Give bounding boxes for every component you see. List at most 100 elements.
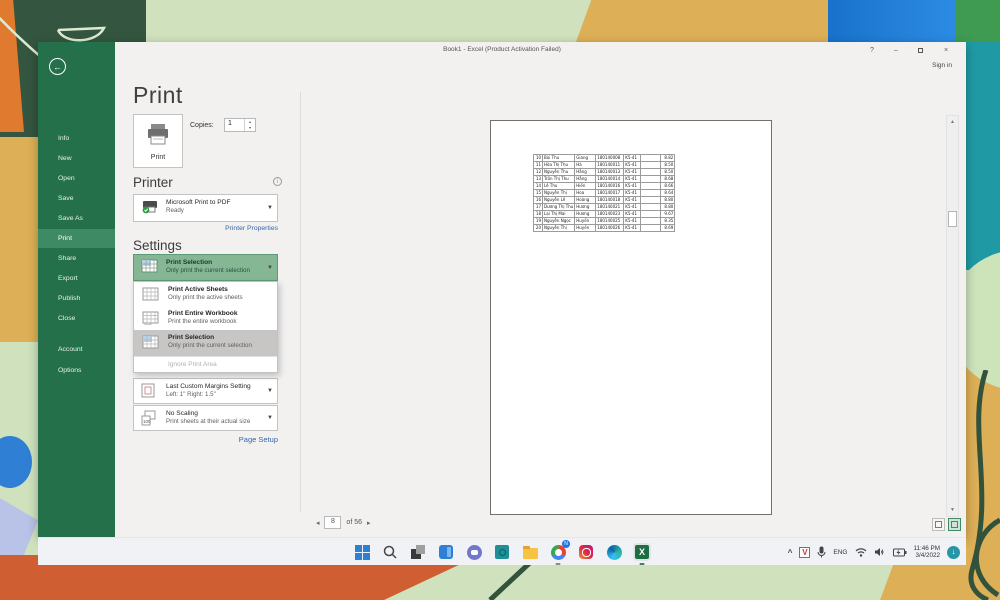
edge-icon (607, 545, 622, 560)
zoom-to-page-button[interactable] (948, 518, 961, 531)
sidebar-item-save-as[interactable]: Save As (38, 209, 115, 228)
margins-dropdown[interactable]: Last Custom Margins Setting Left: 1" Rig… (133, 378, 278, 404)
camera-app-button[interactable] (493, 543, 511, 561)
running-indicator (556, 563, 561, 565)
chevron-down-icon: ▼ (267, 265, 273, 271)
option-print-selection[interactable]: Print Selection Only print the current s… (134, 330, 277, 356)
language-label[interactable]: ENG (833, 549, 847, 556)
print-preview-page: 10Bùi ThuGiang180140008K5-418.8211Hòa Th… (490, 120, 772, 515)
teams-chat-button[interactable] (465, 543, 483, 561)
red-v-app-icon[interactable]: V (799, 547, 810, 558)
print-button[interactable]: Print (133, 114, 183, 168)
taskbar: N X ^ V ENG 11:46 PM 3/4/2022 ↓ (38, 537, 966, 565)
current-page-input[interactable]: 8 (324, 516, 341, 529)
sidebar-item-share[interactable]: Share (38, 249, 115, 268)
scaling-dropdown[interactable]: 100 No Scaling Print sheets at their act… (133, 405, 278, 431)
sheet-selection-icon (142, 335, 159, 349)
printer-icon (146, 123, 170, 145)
table-row: 14Lê ThuHiền180140016K5-418.66 (534, 183, 675, 190)
show-margins-button[interactable] (932, 518, 945, 531)
chevron-down-icon: ▼ (267, 388, 273, 394)
sheet-icon (142, 287, 159, 301)
option-print-active-sheets[interactable]: Print Active Sheets Only print the activ… (134, 282, 277, 306)
table-row: 11Hòa Thị ThuHà180140011K5-418.50 (534, 162, 675, 169)
start-button[interactable] (353, 543, 371, 561)
workbook-icon (142, 311, 159, 325)
tray-chevron-up-icon[interactable]: ^ (788, 548, 793, 557)
sidebar-item-save[interactable]: Save (38, 189, 115, 208)
minimize-button[interactable]: – (888, 44, 904, 57)
restore-icon (918, 48, 923, 53)
scroll-down-arrow[interactable]: ▼ (947, 504, 958, 516)
printer-dropdown[interactable]: Microsoft Print to PDF Ready ▼ (133, 194, 278, 222)
instagram-button[interactable] (577, 543, 595, 561)
print-what-dropdown[interactable]: Print Selection Only print the current s… (133, 254, 278, 281)
sign-in-link[interactable]: Sign in (932, 62, 952, 69)
sidebar-item-account[interactable]: Account (38, 340, 115, 359)
next-page-button[interactable]: ▸ (367, 519, 371, 527)
printer-pdf-icon (141, 199, 159, 214)
instagram-icon (579, 545, 593, 559)
wifi-icon[interactable] (855, 547, 867, 557)
sidebar-item-export[interactable]: Export (38, 269, 115, 288)
widgets-button[interactable] (437, 543, 455, 561)
chrome-button[interactable]: N (549, 543, 567, 561)
sidebar-item-options[interactable]: Options (38, 361, 115, 380)
back-button[interactable]: ← (49, 58, 66, 75)
restore-button[interactable] (912, 44, 928, 57)
chrome-notification-badge: N (562, 540, 570, 548)
backstage-sidebar: ← Info New Open Save Save As Print Share… (38, 42, 115, 537)
option-print-entire-workbook[interactable]: Print Entire Workbook Print the entire w… (134, 306, 277, 330)
info-icon[interactable]: i (273, 177, 282, 186)
printer-name: Microsoft Print to PDF (166, 199, 273, 207)
previous-page-button[interactable]: ◂ (316, 519, 320, 527)
windows-logo-icon (355, 545, 370, 560)
search-button[interactable] (381, 543, 399, 561)
option-title: Print Active Sheets (168, 286, 273, 294)
excel-icon: X (635, 545, 649, 559)
copies-stepper[interactable]: ▴▾ (244, 119, 255, 131)
sheet-selection-icon (141, 259, 158, 273)
tray-clock[interactable]: 11:46 PM 3/4/2022 (914, 545, 941, 560)
settings-heading: Settings (133, 238, 182, 253)
margins-icon (141, 383, 156, 398)
scaling-subtitle: Print sheets at their actual size (166, 418, 273, 426)
sidebar-item-open[interactable]: Open (38, 169, 115, 188)
svg-text:100: 100 (143, 419, 151, 424)
sidebar-item-print[interactable]: Print (38, 229, 115, 248)
printer-properties-link[interactable]: Printer Properties (133, 225, 278, 232)
sidebar-item-close[interactable]: Close (38, 309, 115, 328)
camera-app-icon (495, 545, 509, 559)
sidebar-item-new[interactable]: New (38, 149, 115, 168)
running-indicator (640, 563, 645, 565)
volume-icon[interactable] (874, 547, 886, 557)
option-subtitle: Only print the current selection (168, 342, 273, 350)
ignore-print-area-option[interactable]: Ignore Print Area (134, 356, 277, 372)
task-view-button[interactable] (409, 543, 427, 561)
window-title: Book1 - Excel (Product Activation Failed… (38, 46, 966, 53)
scrollbar-thumb[interactable] (948, 211, 957, 227)
desktop: Book1 - Excel (Product Activation Failed… (0, 0, 1000, 600)
preview-table-body: 10Bùi ThuGiang180140008K5-418.8211Hòa Th… (534, 155, 675, 232)
help-button[interactable]: ? (864, 44, 880, 57)
sidebar-item-info[interactable]: Info (38, 129, 115, 148)
no-scaling-icon: 100 (141, 410, 157, 426)
preview-table: 10Bùi ThuGiang180140008K5-418.8211Hòa Th… (533, 154, 675, 232)
show-margins-icon (935, 521, 942, 528)
scaling-title: No Scaling (166, 410, 273, 418)
edge-button[interactable] (605, 543, 623, 561)
close-button[interactable]: × (938, 44, 954, 57)
file-explorer-button[interactable] (521, 543, 539, 561)
folder-icon (523, 548, 538, 559)
scroll-up-arrow[interactable]: ▲ (947, 116, 958, 128)
print-what-dropdown-list: Print Active Sheets Only print the activ… (133, 281, 278, 373)
excel-taskbar-button[interactable]: X (633, 543, 651, 561)
microphone-icon[interactable] (817, 546, 826, 558)
sidebar-item-publish[interactable]: Publish (38, 289, 115, 308)
page-setup-link[interactable]: Page Setup (133, 435, 278, 444)
battery-icon[interactable] (893, 548, 907, 557)
preview-scrollbar[interactable]: ▲ ▼ (946, 115, 959, 517)
table-row: 15Nguyễn ThịHoa180140017K5-418.64 (534, 190, 675, 197)
notification-badge[interactable]: ↓ (947, 546, 960, 559)
page-navigation: ◂ 8 of 56 ▸ (316, 516, 370, 530)
